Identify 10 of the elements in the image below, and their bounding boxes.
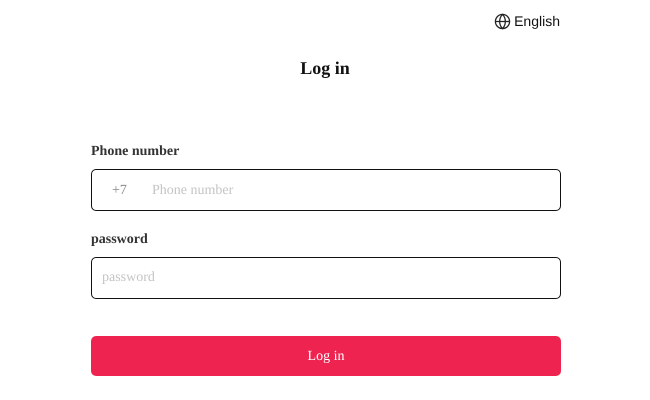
page-title: Log in <box>300 57 350 80</box>
phone-field[interactable]: +7 Phone number <box>91 169 561 211</box>
field-label: Phone number <box>91 143 180 161</box>
phone-number-input[interactable]: Phone number <box>152 180 560 200</box>
login-button[interactable]: Log in <box>91 336 561 376</box>
country-code: +7 <box>112 182 128 200</box>
globe-icon <box>494 13 512 30</box>
password-field[interactable]: password <box>91 257 561 299</box>
field-label: password <box>91 231 149 249</box>
language-button[interactable]: English <box>494 11 560 32</box>
